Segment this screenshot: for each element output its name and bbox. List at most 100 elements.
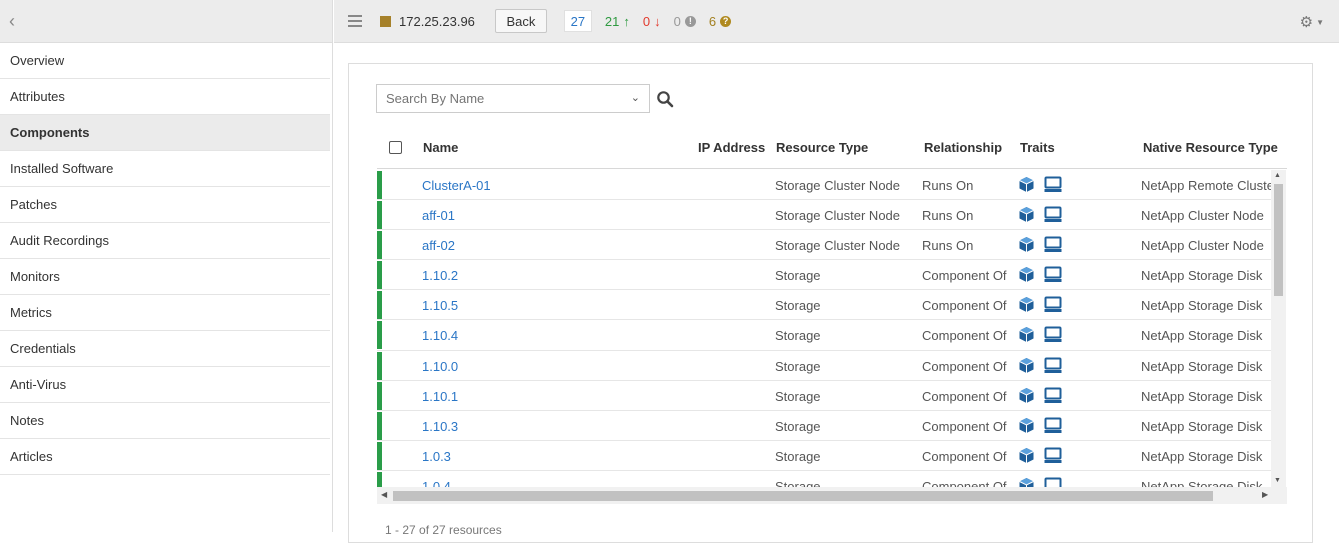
resource-type-cell: Storage (775, 358, 821, 374)
table-row[interactable]: 1.10.1 Storage Component Of NetApp Storage … (377, 381, 1271, 411)
relationship-cell: Runs On (922, 238, 974, 254)
table-row[interactable]: ClusterA-01 Storage Cluster Node Runs On Ne… (377, 170, 1271, 201)
cube-icon[interactable] (1018, 357, 1044, 377)
sidebar-header: ‹ (0, 0, 332, 43)
component-name-link[interactable]: 1.10.4 (422, 328, 458, 343)
settings-menu[interactable]: ⚙ ▼ (1300, 13, 1324, 31)
cube-icon[interactable] (1018, 326, 1044, 346)
sidebar-item-overview[interactable]: Overview (0, 43, 330, 79)
scroll-down-icon[interactable]: ▼ (1274, 477, 1281, 484)
sidebar-item-credentials[interactable]: Credentials (0, 331, 330, 367)
status-bar (377, 411, 382, 440)
cube-icon[interactable] (1018, 417, 1044, 437)
search-icon[interactable] (656, 90, 674, 108)
arrow-up-icon: ↑ (623, 13, 630, 29)
chevron-left-icon[interactable]: ‹ (9, 12, 15, 30)
arrow-down-icon: ↓ (654, 13, 661, 29)
select-all-checkbox[interactable] (389, 141, 402, 154)
table-row[interactable]: aff-01 Storage Cluster Node Runs On NetApp … (377, 200, 1271, 231)
vertical-scrollbar[interactable]: ▲ ▼ (1271, 170, 1286, 487)
column-header-resource-type[interactable]: Resource Type (776, 140, 868, 155)
vertical-scroll-thumb[interactable] (1274, 184, 1283, 296)
sidebar-item-metrics[interactable]: Metrics (0, 295, 330, 331)
component-name-link[interactable]: 1.10.5 (422, 298, 458, 313)
table-row[interactable]: 1.10.5 Storage Component Of NetApp Storage … (377, 290, 1271, 321)
component-name-link[interactable]: aff-02 (422, 238, 455, 253)
table-row[interactable]: aff-02 Storage Cluster Node Runs On NetApp … (377, 230, 1271, 261)
resource-type-cell: Storage (775, 418, 821, 434)
up-count-value: 21 (604, 13, 620, 29)
sidebar-item-installed-software[interactable]: Installed Software (0, 151, 330, 187)
native-type-cell: NetApp Storage Disk (1141, 268, 1263, 284)
search-input[interactable] (386, 91, 616, 106)
column-header-name[interactable]: Name (423, 140, 458, 155)
down-count[interactable]: 0 ↓ (643, 14, 661, 29)
component-name-link[interactable]: aff-01 (422, 208, 455, 223)
sidebar-item-components[interactable]: Components (0, 115, 330, 151)
component-name-link[interactable]: 1.10.2 (422, 268, 458, 283)
resource-type-cell: Storage (775, 298, 821, 314)
component-name-link[interactable]: 1.0.3 (422, 449, 451, 464)
resource-type-cell: Storage (775, 388, 821, 404)
unknown-count[interactable]: 6 ? (709, 14, 732, 29)
cube-icon[interactable] (1018, 477, 1044, 487)
sidebar-item-notes[interactable]: Notes (0, 403, 330, 439)
table-row[interactable]: 1.10.3 Storage Component Of NetApp Storage … (377, 411, 1271, 441)
component-name-link[interactable]: 1.10.0 (422, 359, 458, 374)
monitor-icon[interactable] (1044, 206, 1071, 226)
cube-icon[interactable] (1018, 387, 1044, 407)
component-name-link[interactable]: 1.0.4 (422, 479, 451, 487)
monitor-icon[interactable] (1044, 447, 1071, 467)
scroll-up-icon[interactable]: ▲ (1274, 172, 1281, 179)
monitor-icon[interactable] (1044, 387, 1071, 407)
table-row[interactable]: 1.10.0 Storage Component Of NetApp Storage … (377, 351, 1271, 381)
up-count[interactable]: 21 ↑ (605, 14, 630, 29)
table-row[interactable]: 1.10.2 Storage Component Of NetApp Storage … (377, 260, 1271, 291)
monitor-icon[interactable] (1044, 357, 1071, 377)
cube-icon[interactable] (1018, 266, 1044, 286)
cube-icon[interactable] (1018, 236, 1044, 256)
monitor-icon[interactable] (1044, 236, 1071, 256)
horizontal-scrollbar[interactable]: ◀ ▶ (377, 487, 1287, 504)
cube-icon[interactable] (1018, 206, 1044, 226)
chevron-down-icon[interactable]: ⌄ (631, 91, 640, 104)
component-name-link[interactable]: ClusterA-01 (422, 178, 491, 193)
component-name-link[interactable]: 1.10.3 (422, 419, 458, 434)
sidebar-item-patches[interactable]: Patches (0, 187, 330, 223)
monitor-icon[interactable] (1044, 266, 1071, 286)
sidebar-item-articles[interactable]: Articles (0, 439, 330, 475)
column-header-native-type[interactable]: Native Resource Type (1143, 140, 1278, 155)
status-bar (377, 351, 382, 380)
back-button[interactable]: Back (494, 9, 547, 33)
cube-icon[interactable] (1018, 296, 1044, 316)
cube-icon[interactable] (1018, 447, 1044, 467)
sidebar-item-monitors[interactable]: Monitors (0, 259, 330, 295)
native-type-cell: NetApp Storage Disk (1141, 298, 1263, 314)
search-box[interactable]: ⌄ (376, 84, 650, 113)
menu-icon[interactable] (348, 15, 362, 27)
monitor-icon[interactable] (1044, 477, 1071, 487)
table-row[interactable]: 1.0.3 Storage Component Of NetApp Storage D… (377, 441, 1271, 471)
sidebar-item-audit-recordings[interactable]: Audit Recordings (0, 223, 330, 259)
monitor-icon[interactable] (1044, 417, 1071, 437)
total-count-badge[interactable]: 27 (563, 10, 592, 32)
scroll-right-icon[interactable]: ▶ (1262, 490, 1268, 499)
info-count[interactable]: 0 ! (674, 14, 696, 29)
component-name-link[interactable]: 1.10.1 (422, 389, 458, 404)
down-count-value: 0 (642, 13, 651, 29)
monitor-icon[interactable] (1044, 176, 1071, 196)
column-header-ip[interactable]: IP Address (698, 140, 765, 155)
column-header-traits[interactable]: Traits (1020, 140, 1055, 155)
monitor-icon[interactable] (1044, 326, 1071, 346)
table-row[interactable]: 1.10.4 Storage Component Of NetApp Storage … (377, 320, 1271, 351)
column-header-relationship[interactable]: Relationship (924, 140, 1002, 155)
sidebar-item-attributes[interactable]: Attributes (0, 79, 330, 115)
cube-icon[interactable] (1018, 176, 1044, 196)
traits-cell (1018, 236, 1071, 256)
table-row[interactable]: 1.0.4 Storage Component Of NetApp Storage D… (377, 471, 1271, 487)
horizontal-scroll-thumb[interactable] (393, 491, 1213, 501)
monitor-icon[interactable] (1044, 296, 1071, 316)
scroll-left-icon[interactable]: ◀ (381, 490, 387, 499)
sidebar-item-anti-virus[interactable]: Anti-Virus (0, 367, 330, 403)
relationship-cell: Component Of (922, 298, 1007, 314)
